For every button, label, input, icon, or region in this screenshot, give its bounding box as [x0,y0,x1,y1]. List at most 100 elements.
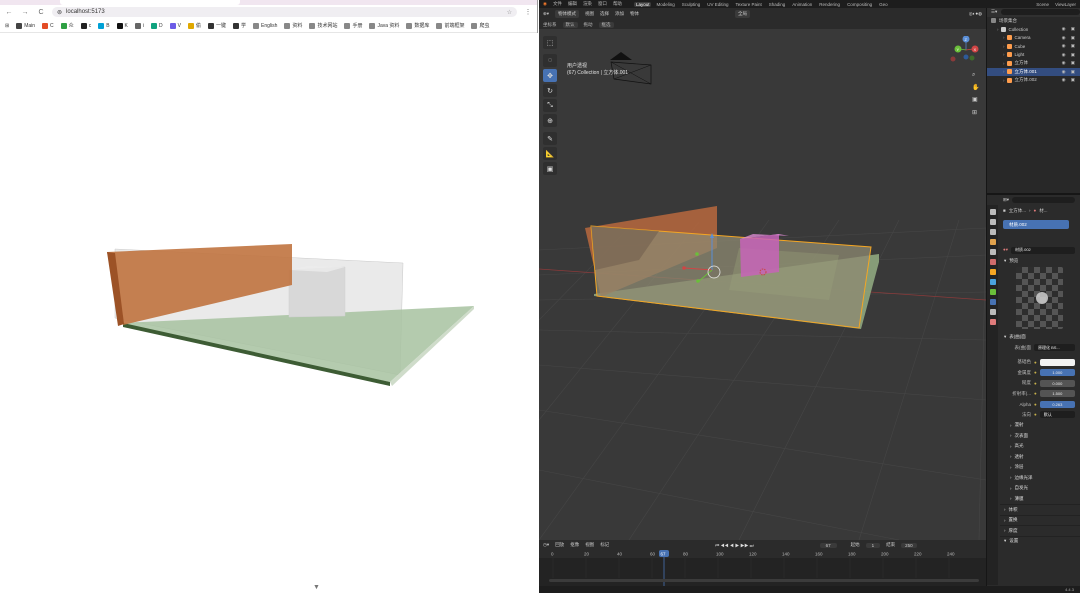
bsdf-subpanel-header[interactable]: › 边缘光泽 [1000,473,1080,484]
move-icon[interactable]: ✥ [543,69,557,82]
main-menu-item[interactable]: 渲染 [583,1,592,7]
bsdf-field-value[interactable]: 0.000 [1039,379,1075,387]
bookmark-item[interactable]: K [116,22,128,29]
outliner-item[interactable]: › Collection ◉ ▣ [987,25,1080,34]
expand-arrow-icon[interactable]: › [1003,69,1005,74]
socket-dot-icon[interactable]: ● [1034,370,1037,375]
workspace-tab[interactable]: Geo [877,2,890,7]
workspace-tab[interactable]: Compositing [845,2,874,7]
apps-icon[interactable]: ⊞ [5,23,9,29]
expand-arrow-icon[interactable]: › [1003,61,1005,66]
properties-filter-icon[interactable]: ⊞▾ [1003,197,1009,203]
forward-icon[interactable]: → [20,9,30,16]
visibility-toggle-icon[interactable]: ◉ ▣ [1062,60,1077,66]
properties-tab-icon[interactable] [989,209,996,215]
editor-type-icon[interactable]: ⊕▾ [543,11,549,17]
current-frame-field[interactable]: 67 [819,542,837,548]
bsdf-subpanel-header[interactable]: › 漫射 [1000,420,1080,431]
add-cube-icon[interactable]: ▣ [543,162,557,175]
properties-tab-icon[interactable] [989,319,996,325]
bookmark-item[interactable]: 资料 [284,22,302,29]
bookmark-item[interactable]: i [134,22,144,29]
bookmark-item[interactable]: 前端框架 [436,22,464,29]
workspace-tab[interactable]: Sculpting [680,2,703,7]
timeline-scrollbar[interactable] [549,579,979,582]
workspace-tab[interactable]: Modeling [654,2,676,7]
playback-controls[interactable]: ⏮ ◀◀ ◀ ▶ ▶▶ ⏭ [715,543,753,548]
properties-tab-icon[interactable] [989,289,996,295]
bookmark-item[interactable]: 爬虫 [471,22,489,29]
reload-icon[interactable]: C [36,9,46,16]
workspace-tab[interactable]: Rendering [817,2,842,7]
coord-selector[interactable]: 默认 [562,21,578,28]
socket-dot-icon[interactable]: ● [1034,391,1037,396]
scroll-down-icon[interactable]: ▼ [313,584,320,591]
workspace-tab[interactable]: Layout [633,1,652,7]
measure-icon[interactable]: 📐 [543,147,557,160]
properties-tab-icon[interactable] [989,219,996,225]
bsdf-subpanel-header[interactable]: › 自发光 [1000,483,1080,494]
bookmark-item[interactable]: English [253,22,277,29]
bookmark-item[interactable]: 学 [233,22,246,29]
bookmark-item[interactable]: 众 [60,22,74,29]
bookmark-star-icon[interactable]: ☆ [507,9,512,16]
orientation-selector[interactable]: 全局 [735,10,751,18]
bookmark-item[interactable]: 技术网站 [309,22,337,29]
back-icon[interactable]: ← [4,9,14,16]
rotate-icon[interactable]: ↻ [543,84,557,97]
expand-arrow-icon[interactable]: › [1003,44,1005,49]
visibility-toggle-icon[interactable]: ◉ ▣ [1062,35,1077,41]
site-info-icon[interactable]: ⊚ [57,9,62,16]
outliner-item[interactable]: › 立方体 ◉ ▣ [987,59,1080,68]
material-section-header[interactable]: ▾ 设置 [1000,535,1080,547]
workspace-tab[interactable]: UV Editing [705,2,730,7]
outliner-search-input[interactable] [1001,9,1080,16]
start-frame-field[interactable]: 1 [865,542,881,548]
workspace-tab[interactable]: Texture Paint [734,2,764,7]
mode-selector[interactable]: 物体模式 [555,10,580,18]
socket-dot-icon[interactable]: ● [1034,381,1037,386]
properties-tab-icon[interactable] [989,309,996,315]
bsdf-field-value[interactable]: 默认 [1039,411,1075,419]
timeline[interactable]: 0 20 40 60 80 100 120 140 160 180 200 220 240 67 [539,550,986,586]
viewport-menu-item[interactable]: 添加 [615,11,624,17]
properties-tab-icon[interactable] [989,249,996,255]
bookmark-item[interactable]: c [80,22,91,29]
outliner-filter-icon[interactable]: ☰▾ [991,9,997,15]
visibility-toggle-icon[interactable]: ◉ ▣ [1062,43,1077,49]
main-menu-item[interactable]: 窗口 [598,1,607,7]
bsdf-subpanel-header[interactable]: › 透射 [1000,452,1080,463]
properties-tab-icon[interactable] [989,229,996,235]
web-page-canvas[interactable] [0,33,538,593]
bookmark-item[interactable]: 偷 [187,22,201,29]
surface-shader-selector[interactable]: 原理化 BS... [1034,344,1075,352]
outliner-item[interactable]: › Cube ◉ ▣ [987,42,1080,51]
bookmark-item[interactable]: D [151,22,163,29]
socket-dot-icon[interactable]: ● [1034,402,1037,407]
visibility-toggle-icon[interactable]: ◉ ▣ [1062,69,1077,75]
bsdf-subpanel-header[interactable]: › 薄膜 [1000,494,1080,505]
viewport-menu-item[interactable]: 物体 [630,11,639,17]
viewport-menu-item[interactable]: 视图 [585,11,594,17]
bsdf-field-value[interactable]: 1.500 [1039,390,1075,398]
workspace-tab[interactable]: Animation [790,2,814,7]
socket-dot-icon[interactable]: ● [1034,412,1037,417]
main-menu-item[interactable]: 帮助 [613,1,622,7]
transform-icon[interactable]: ⊕ [543,114,557,127]
scene-selector[interactable]: Scene [1036,2,1049,7]
visibility-toggle-icon[interactable]: ◉ ▣ [1062,52,1077,58]
annotate-icon[interactable]: ✎ [543,132,557,145]
shading-mode-icons[interactable]: ◎◐●◍ [969,11,986,17]
bsdf-field-value[interactable]: 1.000 [1039,369,1075,377]
expand-arrow-icon[interactable]: › [1003,35,1005,40]
scale-icon[interactable]: ⤡ [543,99,557,112]
select-box-icon[interactable]: ⬚ [543,36,557,49]
timeline-menu-item[interactable]: 回放 [555,542,564,548]
material-name-field[interactable]: 材质.002 [1010,246,1075,254]
bsdf-field-value[interactable] [1039,358,1075,366]
surface-panel-header[interactable]: ▾ 表(曲)面 [1000,332,1080,343]
properties-tab-icon[interactable] [989,239,996,245]
socket-dot-icon[interactable]: ● [1034,360,1037,365]
material-section-header[interactable]: › 厚度 [1000,525,1080,536]
outliner-item[interactable]: › 立方体.002 ◉ ▣ [987,76,1080,85]
